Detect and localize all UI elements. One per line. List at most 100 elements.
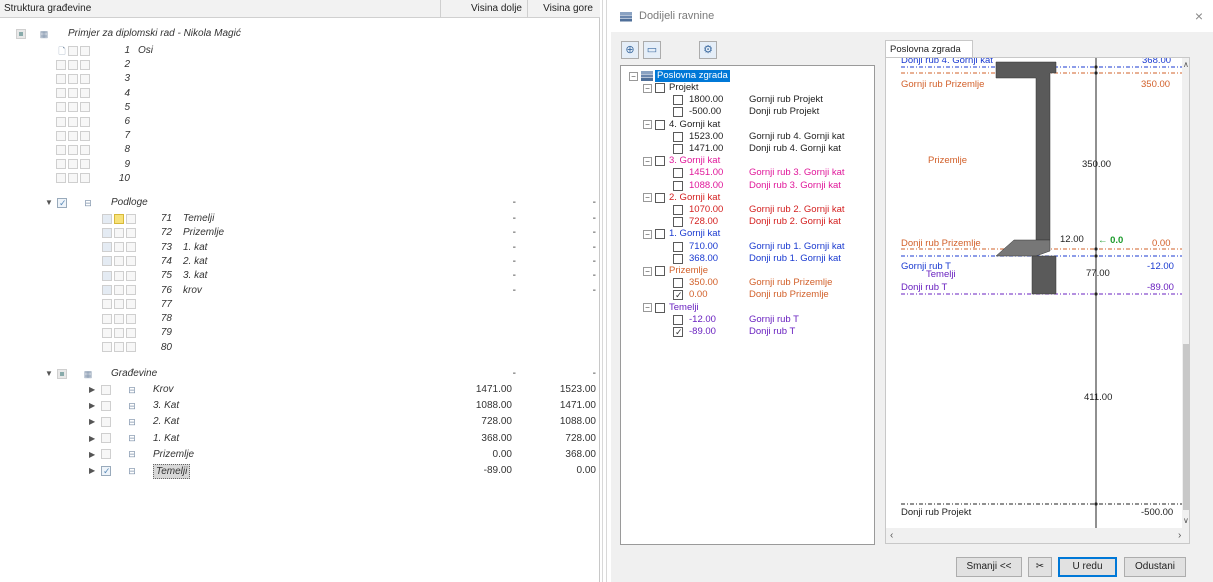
collapse-icon[interactable]: − bbox=[643, 303, 652, 313]
level-item-row[interactable]: 1800.00 Gornji rub Projekt bbox=[621, 94, 874, 106]
level-item-checkbox[interactable] bbox=[673, 253, 683, 264]
level-group-checkbox[interactable] bbox=[655, 83, 665, 93]
podloge-row-item[interactable]: 74 2. kat - - bbox=[0, 255, 600, 268]
podloge-row-item[interactable]: 72 Prizemlje - - bbox=[0, 226, 600, 239]
axis-checkbox[interactable] bbox=[68, 159, 78, 170]
level-item-row[interactable]: -500.00 Donji rub Projekt bbox=[621, 106, 874, 118]
level-item-checkbox[interactable] bbox=[673, 107, 683, 118]
building-row[interactable]: ▶ ⊟ 1. Kat 368.00 728.00 bbox=[0, 432, 600, 445]
podloge-checkbox[interactable] bbox=[57, 197, 67, 210]
layer-lock-checkbox[interactable] bbox=[126, 342, 136, 353]
axis-checkbox[interactable] bbox=[80, 116, 90, 127]
layer-visibility-icon[interactable] bbox=[102, 313, 112, 324]
axis-checkbox[interactable] bbox=[80, 159, 90, 170]
building-row[interactable]: ▶ ⊟ 2. Kat 728.00 1088.00 bbox=[0, 415, 600, 428]
level-item-checkbox[interactable] bbox=[673, 95, 683, 106]
layer-visibility-icon[interactable] bbox=[102, 242, 112, 253]
building-name[interactable]: 1. Kat bbox=[153, 432, 179, 445]
scroll-down-icon[interactable]: ∨ bbox=[1183, 516, 1189, 525]
axis-checkbox[interactable] bbox=[80, 73, 90, 84]
level-item-checkbox[interactable] bbox=[673, 241, 683, 252]
layer-visibility-icon[interactable] bbox=[102, 227, 112, 238]
building-checkbox[interactable] bbox=[101, 465, 111, 478]
level-item-row[interactable]: 1088.00 Donji rub 3. Gornji kat bbox=[621, 180, 874, 192]
podloge-row-item[interactable]: 80 bbox=[0, 341, 600, 354]
axis-row[interactable]: 3 bbox=[0, 72, 600, 85]
level-item-row[interactable]: 368.00 Donji rub 1. Gornji kat bbox=[621, 253, 874, 265]
layer-visibility-icon[interactable] bbox=[102, 256, 112, 267]
level-item-checkbox[interactable] bbox=[673, 289, 683, 301]
axis-checkbox[interactable] bbox=[68, 144, 78, 155]
layer-lock-checkbox[interactable] bbox=[126, 270, 136, 281]
collapse-arrow-icon[interactable]: ▼ bbox=[45, 367, 53, 380]
layer-active-checkbox[interactable] bbox=[114, 213, 124, 224]
axis-checkbox[interactable] bbox=[80, 45, 90, 56]
level-item-row[interactable]: -89.00 Donji rub T bbox=[621, 326, 874, 338]
axis-row[interactable]: 6 bbox=[0, 115, 600, 128]
axis-checkbox[interactable] bbox=[80, 130, 90, 141]
collapse-icon[interactable]: − bbox=[643, 193, 652, 203]
level-settings-button[interactable]: ⚙ bbox=[699, 41, 717, 59]
axis-checkbox[interactable] bbox=[68, 102, 78, 113]
building-name[interactable]: 3. Kat bbox=[153, 399, 179, 412]
panel-splitter[interactable] bbox=[600, 0, 610, 582]
expand-arrow-icon[interactable]: ▶ bbox=[89, 415, 95, 428]
axis-checkbox[interactable] bbox=[68, 116, 78, 127]
axis-row[interactable]: 8 bbox=[0, 143, 600, 156]
layer-lock-checkbox[interactable] bbox=[126, 285, 136, 295]
level-item-checkbox[interactable] bbox=[673, 205, 683, 215]
axis-checkbox[interactable] bbox=[68, 173, 78, 184]
header-height-top[interactable]: Visina gore bbox=[529, 0, 597, 18]
level-group-row[interactable]: − 2. Gornji kat bbox=[621, 192, 874, 204]
expand-arrow-icon[interactable]: ▶ bbox=[89, 399, 95, 412]
axis-checkbox[interactable] bbox=[56, 73, 66, 84]
layer-lock-checkbox[interactable] bbox=[126, 227, 136, 238]
close-icon[interactable]: × bbox=[1195, 8, 1203, 24]
expand-arrow-icon[interactable]: ▶ bbox=[89, 383, 95, 396]
level-group-checkbox[interactable] bbox=[655, 192, 665, 203]
podloge-row-item[interactable]: 78 bbox=[0, 312, 600, 325]
axis-checkbox[interactable] bbox=[80, 102, 90, 113]
axis-row[interactable]: 9 bbox=[0, 158, 600, 171]
layer-active-checkbox[interactable] bbox=[114, 227, 124, 238]
root-label[interactable]: Poslovna zgrada bbox=[655, 70, 730, 82]
add-level-button[interactable]: ⊕ bbox=[621, 41, 639, 59]
building-name[interactable]: Prizemlje bbox=[153, 448, 194, 461]
expand-arrow-icon[interactable]: ▶ bbox=[89, 464, 95, 477]
podloge-row-item[interactable]: 75 3. kat - - bbox=[0, 269, 600, 282]
building-name[interactable]: Krov bbox=[153, 383, 174, 396]
building-checkbox[interactable] bbox=[101, 384, 111, 395]
layer-lock-checkbox[interactable] bbox=[126, 213, 136, 224]
level-group-row[interactable]: − 1. Gornji kat bbox=[621, 228, 874, 240]
axis-checkbox[interactable] bbox=[56, 130, 66, 141]
level-group-row[interactable]: − Temelji bbox=[621, 302, 874, 314]
level-item-row[interactable]: 1451.00 Gornji rub 3. Gornji kat bbox=[621, 167, 874, 179]
building-name[interactable]: 2. Kat bbox=[153, 415, 179, 428]
layer-active-checkbox[interactable] bbox=[114, 342, 124, 353]
level-item-checkbox[interactable] bbox=[673, 314, 683, 325]
collapse-icon[interactable]: − bbox=[629, 71, 638, 81]
collapse-icon[interactable]: − bbox=[643, 156, 652, 166]
project-row[interactable]: ▦ Primjer za diplomski rad - Nikola Magi… bbox=[0, 27, 600, 40]
layer-active-checkbox[interactable] bbox=[114, 270, 124, 281]
layer-lock-checkbox[interactable] bbox=[126, 256, 136, 267]
tools-icon[interactable]: ✂ bbox=[1028, 557, 1052, 577]
axis-checkbox[interactable] bbox=[68, 45, 78, 56]
level-item-checkbox[interactable] bbox=[673, 326, 683, 338]
level-item-row[interactable]: 728.00 Donji rub 2. Gornji kat bbox=[621, 216, 874, 228]
level-group-row[interactable]: − 3. Gornji kat bbox=[621, 155, 874, 167]
header-structure[interactable]: Struktura građevine bbox=[0, 0, 95, 18]
expand-arrow-icon[interactable]: ▶ bbox=[89, 448, 95, 461]
axis-checkbox[interactable] bbox=[56, 144, 66, 155]
level-item-row[interactable]: 1070.00 Gornji rub 2. Gornji kat bbox=[621, 204, 874, 216]
layer-visibility-icon[interactable] bbox=[102, 327, 112, 338]
level-group-checkbox[interactable] bbox=[655, 156, 665, 167]
axis-row[interactable]: 4 bbox=[0, 87, 600, 100]
layer-lock-checkbox[interactable] bbox=[126, 242, 136, 253]
level-group-row[interactable]: − Projekt bbox=[621, 82, 874, 94]
level-group-checkbox[interactable] bbox=[655, 266, 665, 276]
axis-checkbox[interactable] bbox=[80, 88, 90, 99]
axis-row[interactable]: 5 bbox=[0, 101, 600, 114]
axis-checkbox[interactable] bbox=[56, 173, 66, 184]
level-group-checkbox[interactable] bbox=[655, 302, 665, 313]
